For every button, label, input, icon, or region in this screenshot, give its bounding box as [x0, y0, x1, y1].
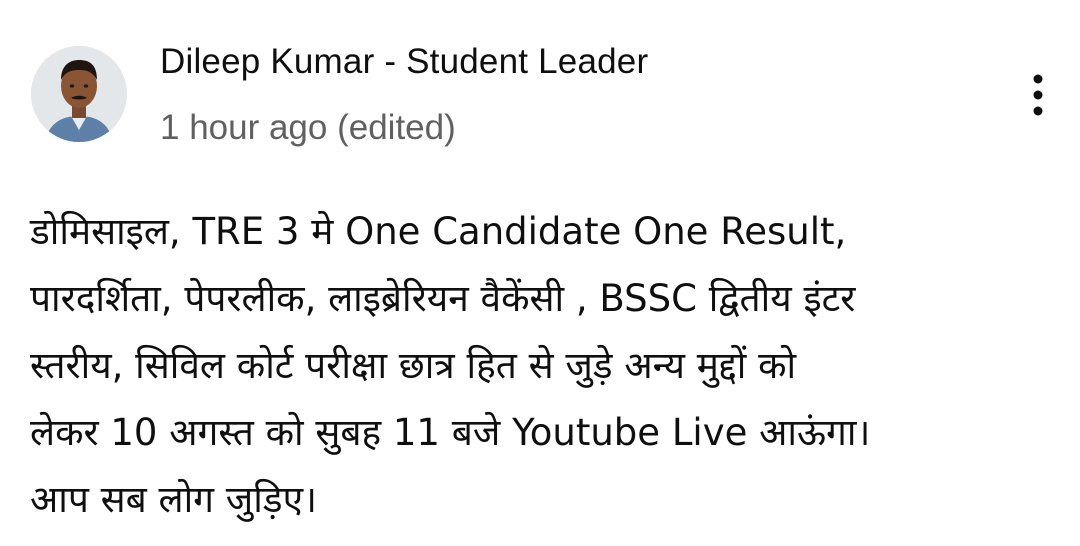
more-vertical-icon — [1033, 74, 1043, 116]
community-post: Dileep Kumar - Student Leader 1 hour ago… — [0, 0, 1080, 546]
user-avatar-icon — [31, 46, 127, 142]
post-timestamp: 1 hour ago (edited) — [160, 108, 456, 147]
author-name[interactable]: Dileep Kumar - Student Leader — [160, 42, 648, 82]
post-body: डोमिसाइल, TRE 3 मे One Candidate One Res… — [30, 210, 871, 521]
more-options-button[interactable] — [1018, 70, 1058, 120]
author-avatar[interactable] — [31, 46, 127, 142]
